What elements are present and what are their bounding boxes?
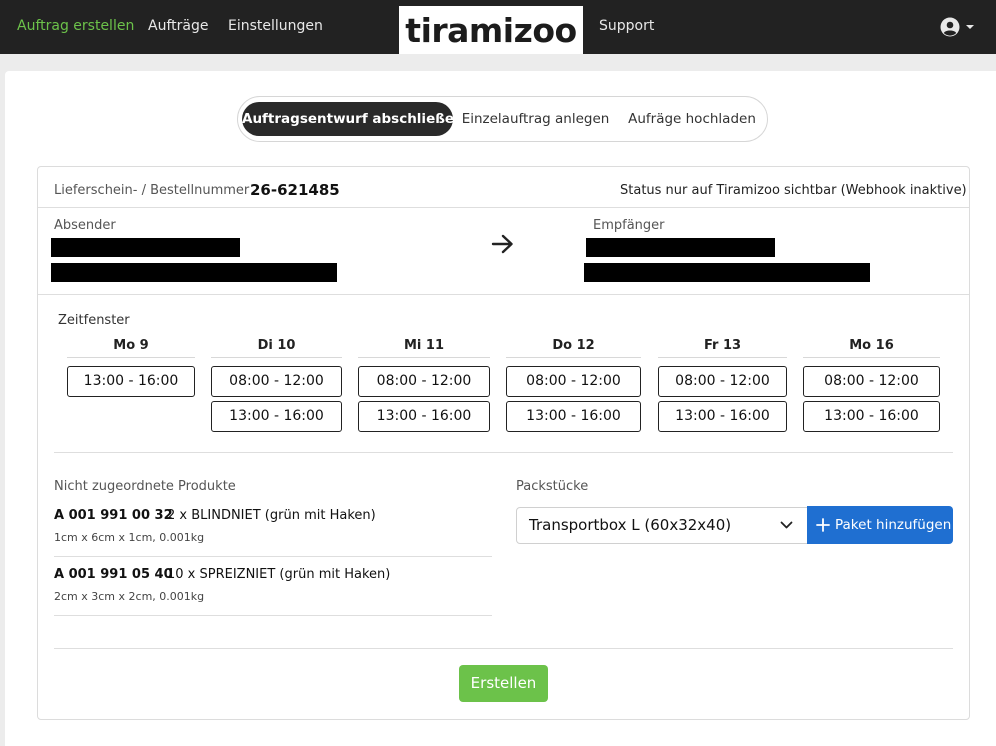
package-type-value: Transportbox L (60x32x40): [529, 516, 732, 534]
day-underline: [67, 357, 195, 358]
day-header: Mi 11: [403, 338, 444, 353]
top-navbar: Auftrag erstellen Aufträge Einstellungen…: [0, 0, 996, 54]
product-dimensions: 2cm x 3cm x 2cm, 0.001kg: [54, 590, 205, 603]
create-button[interactable]: Erstellen: [459, 665, 548, 702]
timeslot-button[interactable]: 08:00 - 12:00: [506, 366, 641, 397]
tab-finish-draft[interactable]: Auftragsentwurf abschließen: [242, 102, 464, 136]
status-text: Status nur auf Tiramizoo sichtbar (Webho…: [620, 183, 967, 198]
timeslot-button[interactable]: 13:00 - 16:00: [658, 401, 787, 432]
sender-name-redacted: [51, 238, 240, 257]
timeslot-button[interactable]: 13:00 - 16:00: [506, 401, 641, 432]
day-header: Mo 16: [849, 338, 894, 353]
timeslot-button[interactable]: 08:00 - 12:00: [358, 366, 490, 397]
timeslot-button[interactable]: 13:00 - 16:00: [803, 401, 940, 432]
day-header: Do 12: [552, 338, 595, 353]
product-code: A 001 991 05 40: [54, 567, 173, 582]
divider: [38, 207, 969, 208]
recipient-address-redacted: [584, 263, 870, 282]
add-package-label: Paket hinzufügen: [835, 517, 952, 533]
day-header: Di 10: [257, 338, 296, 353]
brand-logo-text: tiramizoo: [405, 10, 577, 50]
package-type-select[interactable]: Transportbox L (60x32x40): [516, 507, 808, 544]
order-number: 26-621485: [250, 181, 340, 199]
tab-upload-orders[interactable]: Aufräge hochladen: [621, 102, 763, 136]
nav-settings[interactable]: Einstellungen: [228, 0, 323, 54]
recipient-name-redacted: [586, 238, 775, 257]
product-dimensions: 1cm x 6cm x 1cm, 0.001kg: [54, 531, 205, 544]
recipient-label: Empfänger: [593, 218, 665, 233]
divider: [54, 556, 492, 557]
plus-icon: [816, 518, 830, 532]
packages-label: Packstücke: [516, 479, 589, 494]
timeslot-button[interactable]: 13:00 - 16:00: [67, 366, 195, 397]
day-header: Mo 9: [113, 338, 149, 353]
timeslot-button[interactable]: 08:00 - 12:00: [803, 366, 940, 397]
divider: [54, 615, 492, 616]
user-icon: [940, 17, 960, 37]
nav-orders[interactable]: Aufträge: [148, 0, 208, 54]
nav-create-order[interactable]: Auftrag erstellen: [17, 0, 134, 54]
product-description: 2 x BLINDNIET (grün mit Haken): [167, 508, 376, 523]
product-code: A 001 991 00 32: [54, 508, 173, 523]
divider: [54, 648, 953, 649]
mode-tabs: Auftragsentwurf abschließen Einzelauftra…: [237, 96, 768, 142]
tab-single-order[interactable]: Einzelauftrag anlegen: [459, 102, 612, 136]
timeslot-button[interactable]: 08:00 - 12:00: [211, 366, 342, 397]
day-underline: [211, 357, 342, 358]
caret-down-icon: [966, 25, 974, 29]
day-underline: [358, 357, 490, 358]
day-underline: [658, 357, 787, 358]
timeslot-button[interactable]: 13:00 - 16:00: [211, 401, 342, 432]
day-underline: [506, 357, 641, 358]
sender-label: Absender: [54, 218, 116, 233]
user-menu[interactable]: [940, 16, 976, 38]
day-underline: [803, 357, 940, 358]
chevron-down-icon: [780, 521, 793, 529]
timewindow-label: Zeitfenster: [58, 313, 130, 328]
add-package-button[interactable]: Paket hinzufügen: [807, 506, 953, 544]
timeslot-button[interactable]: 13:00 - 16:00: [358, 401, 490, 432]
day-header: Fr 13: [703, 338, 742, 353]
divider: [38, 294, 969, 295]
divider: [54, 452, 953, 453]
timeslot-button[interactable]: 08:00 - 12:00: [658, 366, 787, 397]
brand-logo[interactable]: tiramizoo: [399, 6, 583, 54]
product-description: 10 x SPREIZNIET (grün mit Haken): [167, 567, 391, 582]
order-number-label: Lieferschein- / Bestellnummer: [54, 183, 250, 198]
products-label: Nicht zugeordnete Produkte: [54, 479, 236, 494]
nav-support[interactable]: Support: [599, 0, 654, 54]
arrow-right-icon: [491, 234, 513, 254]
sender-address-redacted: [51, 263, 337, 282]
